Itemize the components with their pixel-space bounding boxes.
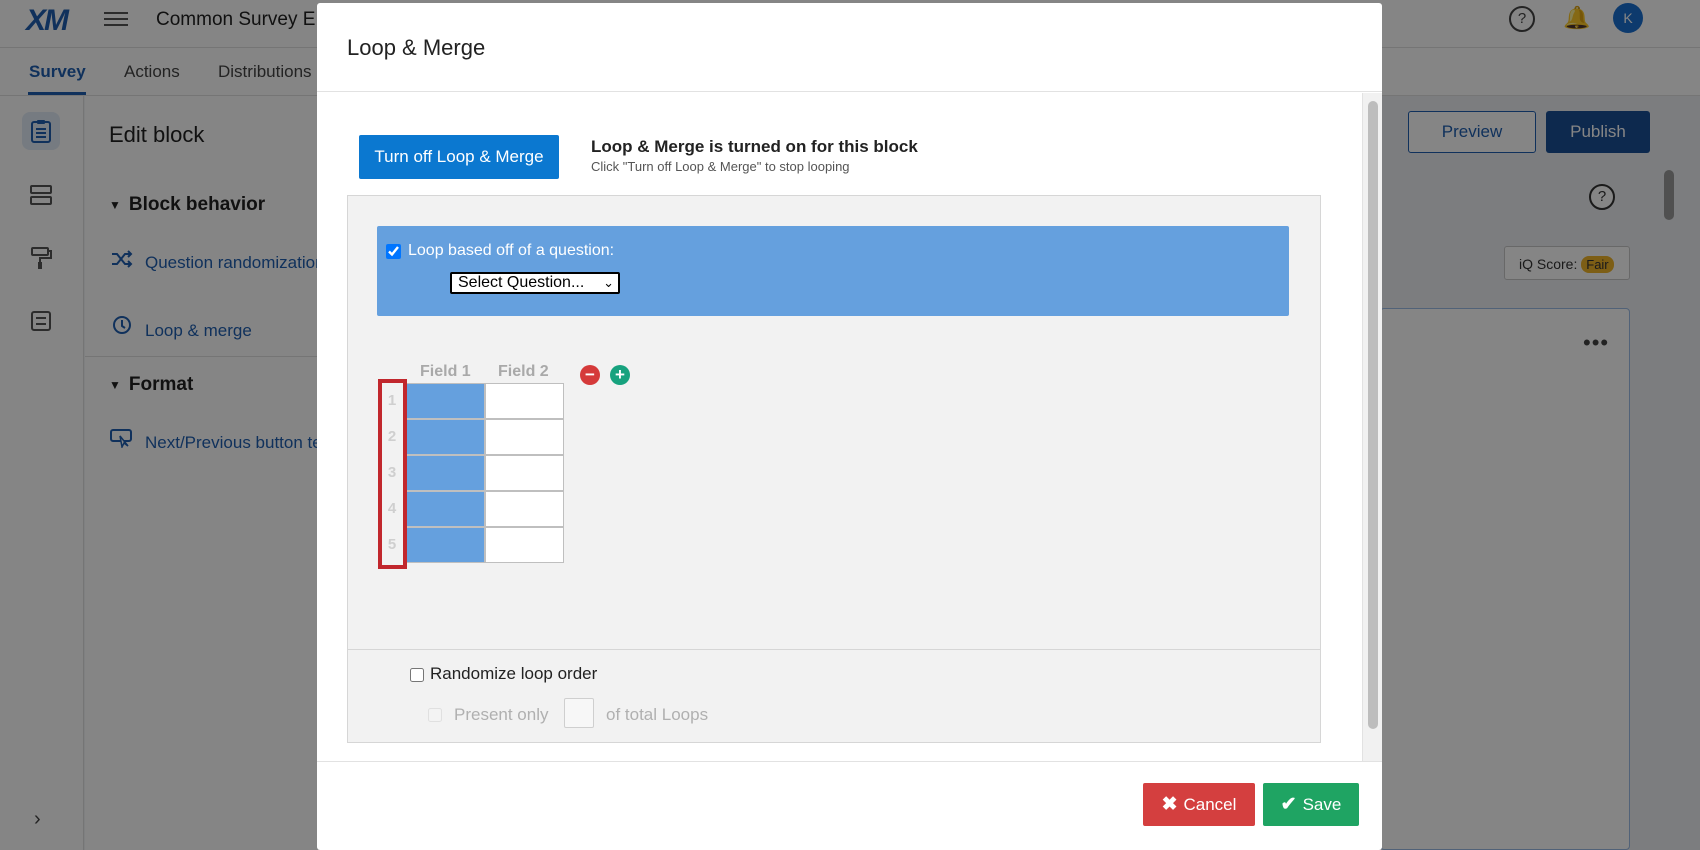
field-2-cell[interactable] bbox=[485, 419, 564, 455]
field-2-cell[interactable] bbox=[485, 383, 564, 419]
of-total-loops-label: of total Loops bbox=[606, 705, 709, 724]
loop-status-subtitle: Click "Turn off Loop & Merge" to stop lo… bbox=[591, 159, 850, 174]
present-only-checkbox[interactable] bbox=[428, 708, 442, 722]
close-icon: ✖ bbox=[1161, 794, 1178, 815]
dialog-footer: ✖ Cancel ✔ Save bbox=[317, 761, 1382, 850]
turn-off-loop-merge-button[interactable]: Turn off Loop & Merge bbox=[359, 135, 559, 179]
field-1-cell[interactable] bbox=[406, 455, 485, 491]
field-1-cell[interactable] bbox=[406, 419, 485, 455]
add-field-icon[interactable]: + bbox=[610, 365, 630, 385]
dialog-title: Loop & Merge bbox=[347, 35, 486, 60]
checkmark-icon: ✔ bbox=[1280, 794, 1297, 815]
dialog-header: Loop & Merge bbox=[317, 3, 1382, 92]
dialog-scrollbar[interactable] bbox=[1362, 93, 1382, 761]
loop-config-panel: Loop based off of a question: Select Que… bbox=[347, 195, 1321, 743]
field-2-cell[interactable] bbox=[485, 491, 564, 527]
loop-based-label: Loop based off of a question: bbox=[408, 242, 615, 259]
randomize-loop-checkbox[interactable] bbox=[410, 668, 424, 682]
field-1-cell[interactable] bbox=[406, 383, 485, 419]
field-1-cell[interactable] bbox=[406, 491, 485, 527]
present-only-count-input[interactable] bbox=[564, 698, 594, 728]
loop-based-checkbox[interactable] bbox=[386, 244, 401, 259]
loop-status-title: Loop & Merge is turned on for this block bbox=[591, 137, 918, 156]
present-only-label: Present only bbox=[454, 705, 549, 724]
field-2-header: Field 2 bbox=[498, 363, 549, 380]
dialog-body: Turn off Loop & Merge Loop & Merge is tu… bbox=[317, 93, 1362, 761]
chevron-down-icon: ⌄ bbox=[603, 275, 614, 290]
select-question-value: Select Question... bbox=[458, 274, 585, 291]
randomize-loop-label: Randomize loop order bbox=[430, 664, 598, 683]
select-question-dropdown[interactable]: Select Question... ⌄ bbox=[450, 272, 620, 294]
loop-question-panel: Loop based off of a question: Select Que… bbox=[377, 226, 1289, 316]
field-1-cell[interactable] bbox=[406, 527, 485, 563]
scrollbar-thumb[interactable] bbox=[1368, 101, 1378, 729]
save-button[interactable]: ✔ Save bbox=[1263, 783, 1359, 826]
row-numbers-highlight bbox=[378, 379, 407, 569]
config-divider bbox=[348, 649, 1320, 650]
field-2-cell[interactable] bbox=[485, 527, 564, 563]
cancel-button[interactable]: ✖ Cancel bbox=[1143, 783, 1255, 826]
field-1-header: Field 1 bbox=[420, 363, 471, 380]
field-2-cell[interactable] bbox=[485, 455, 564, 491]
loop-merge-dialog: Loop & Merge Turn off Loop & Merge Loop … bbox=[317, 3, 1382, 850]
remove-field-icon[interactable]: − bbox=[580, 365, 600, 385]
